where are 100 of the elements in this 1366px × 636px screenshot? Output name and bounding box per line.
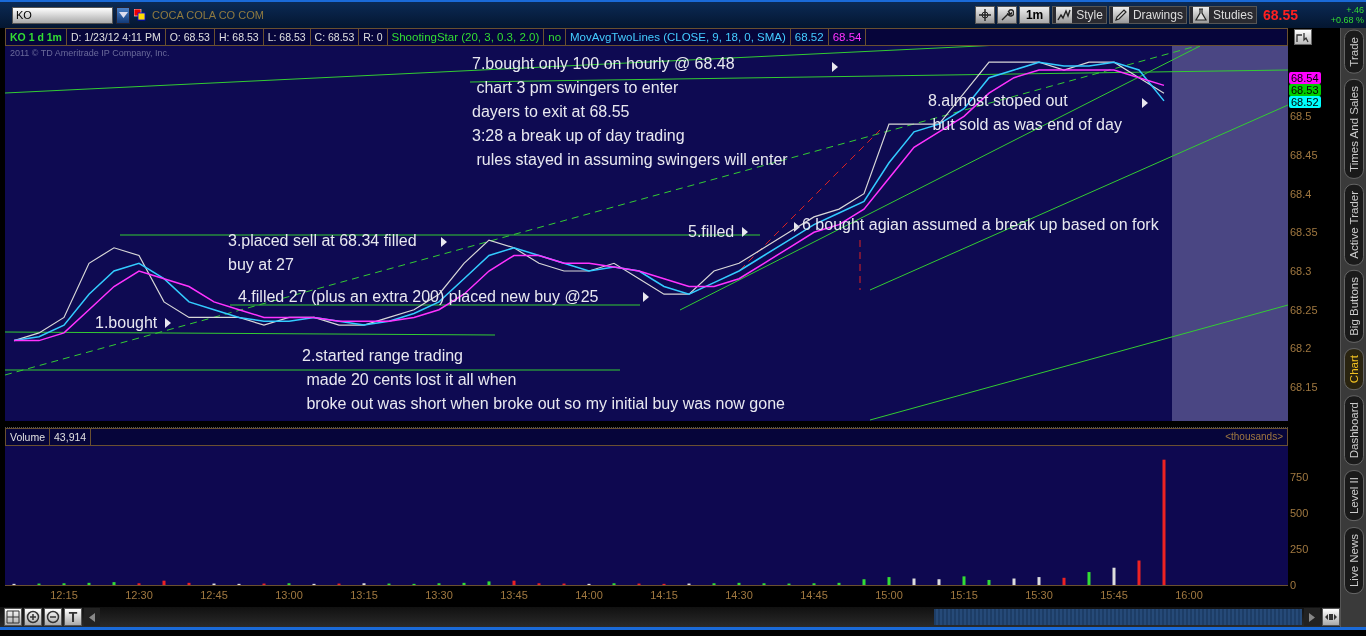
time-label: 16:00 (1174, 589, 1204, 601)
chart-note: dayers to exit at 68.55 (472, 102, 630, 122)
chart-title: KO 1 d 1m (6, 29, 67, 45)
axis-label: 68.3 (1290, 264, 1312, 279)
time-label: 14:15 (649, 589, 679, 601)
text-tool-button[interactable]: T (64, 608, 82, 626)
side-tab[interactable]: Dashboard (1343, 395, 1364, 466)
volume-bar (862, 579, 866, 585)
time-label: 13:30 (424, 589, 454, 601)
time-label: 12:30 (124, 589, 154, 601)
volume-bar (112, 582, 116, 585)
time-label: 14:00 (574, 589, 604, 601)
time-label: 12:15 (49, 589, 79, 601)
volume-bar (1112, 567, 1116, 585)
side-tab[interactable]: Chart (1343, 348, 1364, 391)
price-change: +.46 (1346, 5, 1364, 15)
quote-field: O: 68.53 (165, 29, 215, 45)
study-label: ShootingStar (20, 3, 0.3, 2.0) (387, 29, 545, 45)
side-tab[interactable]: Big Buttons (1343, 270, 1364, 344)
dropdown-button[interactable] (116, 6, 130, 24)
scroll-right-button[interactable] (1304, 608, 1320, 626)
toolbar-button[interactable]: Studies (1188, 6, 1257, 24)
volume-bar (887, 577, 891, 585)
chart-note: 1.bought (95, 313, 158, 333)
side-tab[interactable]: Times And Sales (1343, 78, 1364, 179)
volume-bar (512, 580, 516, 585)
side-tab[interactable]: Level II (1343, 470, 1364, 522)
axis-label: 68.2 (1290, 341, 1312, 357)
side-tab[interactable]: Active Trader (1343, 183, 1364, 266)
chart-note: 5.filled (688, 222, 735, 242)
chart-note: 3.placed sell at 68.34 filled (228, 231, 417, 251)
interval-button[interactable]: 1m (1018, 6, 1051, 24)
chart-note: buy at 27 (228, 255, 294, 275)
study-label: 68.52 (790, 29, 829, 45)
study-label: no (544, 29, 567, 45)
time-label: 13:00 (274, 589, 304, 601)
volume-bar (1012, 578, 1016, 585)
volume-bar (187, 582, 191, 585)
chart-note: 3:28 a break up of day trading (472, 126, 685, 146)
axis-label: 68.15 (1290, 379, 1318, 395)
line-chart-icon[interactable] (1057, 8, 1072, 22)
time-label: 15:15 (949, 589, 979, 601)
volume-label: Volume (6, 429, 51, 445)
pencil-icon[interactable] (1113, 8, 1128, 22)
axis-label: 750 (1290, 469, 1309, 485)
right-triangle-icon[interactable] (1309, 612, 1315, 622)
quote-field: H: 68.53 (214, 29, 264, 45)
chart-note: chart 3 pm swingers to enter (475, 78, 679, 98)
time-label: 14:30 (724, 589, 754, 601)
time-label: 15:45 (1099, 589, 1129, 601)
toolbar-button[interactable]: Style (1052, 6, 1107, 24)
volume-bar (1087, 572, 1091, 585)
time-label: 15:30 (1024, 589, 1054, 601)
axis-label: 68.35 (1290, 225, 1318, 241)
scroll-left-button[interactable] (84, 608, 100, 626)
quote-field: C: 68.53 (310, 29, 360, 45)
axis-label: 0 (1290, 578, 1297, 593)
volume-bar (737, 582, 741, 585)
volume-value: 43,914 (50, 429, 92, 445)
toolbar-button[interactable]: Drawings (1108, 6, 1187, 24)
value-tag: 68.54 (1289, 72, 1321, 84)
axis-label: 68.5 (1290, 109, 1312, 125)
study-label: MovAvgTwoLines (CLOSE, 9, 18, 0, SMA) (566, 29, 791, 45)
axis-label: 68.4 (1290, 186, 1312, 202)
volume-bar (962, 576, 966, 585)
left-triangle-icon[interactable] (89, 612, 95, 622)
volume-bar (912, 578, 916, 585)
volume-bar (87, 582, 91, 585)
units-label: <thousands> (1225, 430, 1284, 444)
axis-label: 68.45 (1290, 148, 1318, 163)
flask-icon[interactable] (1193, 8, 1208, 22)
volume-bar (1037, 577, 1041, 585)
time-label: 13:15 (349, 589, 379, 601)
quote-field: D: 1/23/12 4:11 PM (66, 29, 166, 45)
caret-down-icon[interactable] (118, 12, 128, 18)
volume-bar (987, 579, 991, 585)
side-tab[interactable]: Live News (1343, 526, 1364, 594)
side-tab[interactable]: Trade (1343, 30, 1364, 74)
time-label: 15:00 (874, 589, 904, 601)
volume-bar (937, 579, 941, 585)
copyright-text: 2011 © TD Ameritrade IP Company, Inc. (10, 48, 170, 58)
volume-bar (1137, 560, 1141, 585)
volume-bar (837, 582, 841, 585)
link-icon[interactable] (134, 9, 146, 21)
scrollbar[interactable] (934, 609, 1302, 625)
volume-bar (462, 582, 466, 585)
axis-label: 500 (1290, 505, 1309, 521)
quote-field: L: 68.53 (263, 29, 311, 45)
symbol-field[interactable]: KO (12, 6, 113, 24)
axis-label: 250 (1290, 542, 1309, 557)
time-label: 14:45 (799, 589, 829, 601)
value-tag: 68.53 (1289, 84, 1321, 96)
chart-note: 2.started range trading (302, 346, 463, 366)
value-tag: 68.52 (1289, 96, 1321, 108)
quote-field: R: 0 (359, 29, 388, 45)
last-price: 68.55 (1262, 7, 1298, 23)
volume-bar (162, 580, 166, 585)
volume-bar (1062, 577, 1066, 585)
study-label: 68.54 (828, 29, 867, 45)
chart-note: made 20 cents lost it all when (305, 370, 517, 390)
